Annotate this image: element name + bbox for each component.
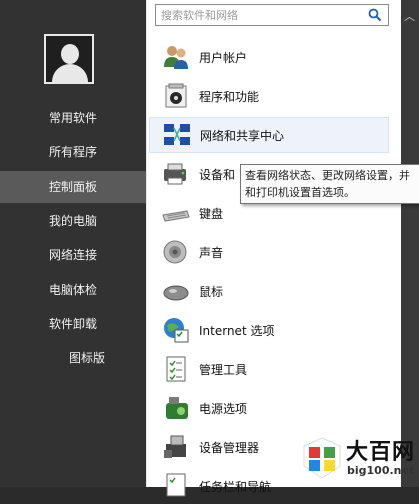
sidebar: 常用软件 所有程序 控制面板 我的电脑 网络连接 电脑体检 软件卸载 图标版: [0, 0, 146, 487]
mouse-icon: [163, 285, 189, 301]
item-label: 用户帐户: [199, 50, 248, 65]
item-user-accounts[interactable]: 用户帐户: [149, 39, 389, 75]
power-options-icon: [166, 397, 188, 419]
device-manager-icon: [164, 435, 186, 458]
item-mouse[interactable]: 鼠标: [149, 273, 389, 309]
avatar-body: [52, 64, 88, 82]
item-label: 设备和: [199, 167, 236, 182]
item-label: 声音: [199, 245, 224, 260]
sidebar-item-pc-checkup[interactable]: 电脑体检: [0, 274, 146, 306]
sound-icon: [163, 240, 187, 264]
search-icon[interactable]: [368, 8, 382, 22]
watermark-logo-icon: [303, 437, 341, 479]
item-label: 程序和功能: [199, 89, 260, 104]
item-label: 键盘: [199, 206, 224, 221]
item-programs-features[interactable]: 程序和功能: [149, 78, 389, 114]
internet-options-icon: [164, 318, 189, 343]
item-label: 任务栏和导航: [199, 479, 272, 494]
right-scroll-strip: ︿: [401, 0, 419, 487]
programs-features-icon: [165, 83, 187, 108]
item-network-sharing[interactable]: 网络和共享中心: [149, 117, 389, 153]
admin-tools-icon: [166, 356, 186, 382]
control-panel-list: 用户帐户 程序和功能 网络和共享中心 设备和 键盘: [146, 0, 402, 497]
item-label: 电源选项: [199, 401, 248, 416]
tooltip: 查看网络状态、更改网络设置，并和打印机设置首选项。: [240, 164, 419, 204]
sidebar-item-all-programs[interactable]: 所有程序: [0, 136, 146, 168]
item-label: Internet 选项: [199, 323, 275, 338]
taskbar-icon: [166, 473, 186, 497]
search-input[interactable]: [156, 5, 366, 25]
user-accounts-icon: [164, 46, 188, 69]
keyboard-icon: [162, 210, 190, 222]
item-power-options[interactable]: 电源选项: [149, 390, 389, 426]
search-box: [155, 4, 389, 26]
user-avatar[interactable]: [44, 34, 94, 84]
sidebar-item-common-software[interactable]: 常用软件: [0, 102, 146, 134]
item-sound[interactable]: 声音: [149, 234, 389, 270]
sidebar-item-uninstall[interactable]: 软件卸载: [0, 308, 146, 340]
item-label: 管理工具: [199, 362, 248, 377]
sidebar-item-icon-view[interactable]: 图标版: [0, 342, 146, 374]
watermark-title: 大百网: [346, 440, 416, 465]
item-admin-tools[interactable]: 管理工具: [149, 351, 389, 387]
devices-printers-icon: [164, 163, 186, 185]
avatar-head: [61, 44, 79, 64]
sidebar-item-my-computer[interactable]: 我的电脑: [0, 205, 146, 237]
item-label: 鼠标: [199, 284, 224, 299]
chevron-up-icon[interactable]: ︿: [404, 8, 415, 24]
watermark-url: big100.net: [347, 464, 415, 477]
item-label: 网络和共享中心: [200, 128, 285, 143]
item-label: 设备管理器: [199, 440, 260, 455]
sidebar-item-network[interactable]: 网络连接: [0, 239, 146, 271]
sidebar-item-control-panel[interactable]: 控制面板: [0, 171, 146, 203]
item-internet-options[interactable]: Internet 选项: [149, 312, 389, 348]
network-sharing-icon: [164, 124, 190, 145]
watermark: 大百网 big100.net: [300, 432, 418, 484]
